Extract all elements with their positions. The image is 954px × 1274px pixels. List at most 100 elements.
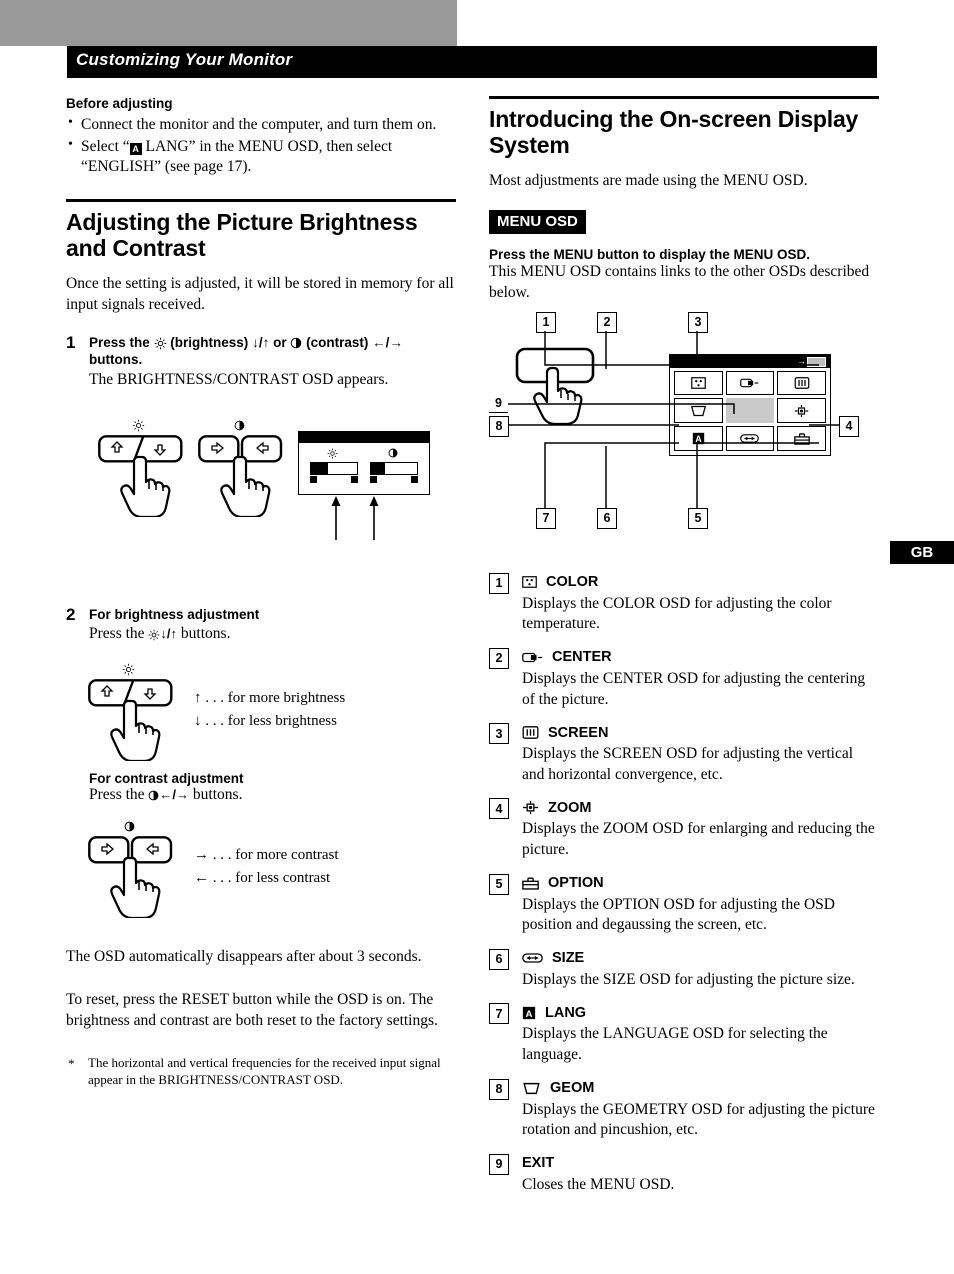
brightness-legend: ↑ . . . for more brightness ↓ . . . for …	[194, 687, 345, 732]
note-auto-disappear: The OSD automatically disappears after a…	[66, 948, 422, 966]
contrast-illustration: → . . . for more contrast ← . . . for le…	[66, 821, 456, 919]
step-2-brightness-post: buttons.	[177, 625, 231, 643]
contrast-heading: For contrast adjustment	[89, 771, 244, 787]
footnote: * The horizontal and vertical frequencie…	[66, 1054, 456, 1089]
list-item: Connect the monitor and the computer, an…	[66, 114, 456, 136]
contrast-icon	[149, 790, 159, 801]
item-number: 5	[489, 873, 509, 895]
step-1-text-mid3: (contrast)	[302, 334, 373, 350]
option-icon	[522, 877, 539, 890]
item-label: COLOR	[546, 574, 599, 591]
list-item-geom: 8 GEOM Displays the GEOMETRY OSD for adj…	[489, 1078, 879, 1141]
size-icon	[522, 953, 543, 964]
contrast-icon	[291, 337, 302, 349]
legend-text: . . . for less brightness	[205, 712, 337, 729]
page-badge: GB	[890, 541, 954, 564]
step-1-text-end: buttons.	[89, 352, 143, 368]
list-item-color: 1 COLOR Displays the COLOR OSD for adjus…	[489, 572, 879, 635]
step-2-brightness-arrows: ↓/↑	[160, 626, 178, 642]
item-label: GEOM	[550, 1080, 595, 1097]
item-desc: Closes the MENU OSD.	[522, 1175, 675, 1193]
step-1-text-mid2: or	[269, 334, 291, 350]
item-desc: Displays the SCREEN OSD for adjusting th…	[522, 745, 854, 783]
list-item-screen: 3 SCREEN Displays the SCREEN OSD for adj…	[489, 723, 879, 785]
brightness-keypair-2	[88, 663, 173, 762]
brightness-icon	[149, 629, 160, 640]
bullet-text-mid: LANG” in the MENU OSD, then select	[141, 137, 393, 155]
brightness-icon	[122, 663, 135, 676]
menu-osd-diagram: → A 1 2 3 4 5 6 7 8 9	[489, 311, 879, 529]
item-number: 7	[489, 1003, 509, 1025]
page-title: Adjusting the Picture Brightness and Con…	[66, 208, 418, 261]
menu-osd-tag: MENU OSD	[489, 209, 586, 234]
contrast-right-marker	[411, 475, 418, 483]
bullet-text-cont: “ENGLISH” (see page 17).	[81, 158, 252, 176]
osd-item-list: 1 COLOR Displays the COLOR OSD for adjus…	[489, 572, 879, 1196]
legend-row: ↓ . . . for less brightness	[194, 710, 345, 733]
item-header: EXIT	[522, 1154, 879, 1173]
menu-body: This MENU OSD contains links to the othe…	[489, 262, 870, 301]
contrast-icon	[124, 821, 135, 832]
item-label: OPTION	[548, 875, 604, 892]
item-label: ZOOM	[548, 799, 592, 816]
brightness-illustration: ↑ . . . for more brightness ↓ . . . for …	[66, 663, 456, 762]
contrast-icon	[388, 448, 398, 458]
list-item: Select “A LANG” in the MENU OSD, then se…	[66, 136, 456, 178]
before-adjusting-heading: Before adjusting	[66, 96, 173, 111]
list-item-lang: 7 A LANG Displays the LANGUAGE OSD for s…	[489, 1003, 879, 1065]
list-item-center: 2 CENTER Displays the CENTER OSD for adj…	[489, 647, 879, 710]
brightness-up-marker	[351, 475, 358, 483]
right-intro: Most adjustments are made using the MENU…	[489, 171, 808, 189]
step-2: 2 For brightness adjustment Press the ↓/…	[66, 605, 456, 645]
intro-paragraph: Once the setting is adjusted, it will be…	[66, 274, 454, 313]
screen-icon	[522, 726, 539, 740]
step-1-text-pre: Press the	[89, 334, 154, 350]
item-desc: Displays the ZOOM OSD for enlarging and …	[522, 820, 875, 858]
contrast-legend: → . . . for more contrast ← . . . for le…	[194, 844, 339, 889]
footnote-text: The horizontal and vertical frequencies …	[88, 1054, 441, 1088]
item-label: CENTER	[552, 649, 612, 666]
legend-text: . . . for more contrast	[212, 847, 339, 864]
list-item-option: 5 OPTION Displays the OPTION OSD for adj…	[489, 873, 879, 936]
contrast-icon	[234, 420, 245, 430]
brightness-icon	[327, 448, 338, 458]
legend-arrow: ↑	[194, 689, 202, 707]
contrast-body-pre: Press the	[89, 786, 149, 804]
step-1-arrows-1: ↓/↑	[252, 334, 270, 350]
item-number: 9	[489, 1153, 509, 1175]
legend-arrow: ↓	[194, 711, 202, 729]
legend-text: . . . for more brightness	[205, 690, 346, 707]
osd-callout-arrows	[331, 495, 379, 540]
item-label: SCREEN	[548, 724, 609, 741]
legend-text: . . . for less contrast	[212, 869, 331, 886]
step-1-headline: Press the (brightness) ↓/↑ or (contrast)…	[89, 334, 456, 369]
brightness-slider[interactable]	[310, 461, 358, 475]
item-header: GEOM	[522, 1079, 879, 1098]
step-1-illustration	[66, 413, 456, 540]
item-desc: Displays the OPTION OSD for adjusting th…	[522, 895, 835, 934]
legend-row: ← . . . for less contrast	[194, 867, 339, 890]
hand-pointer-icon	[110, 857, 161, 919]
contrast-keypair	[198, 420, 283, 517]
contrast-slider[interactable]	[370, 461, 418, 475]
legend-arrow: ←	[194, 868, 209, 886]
item-number: 3	[489, 723, 509, 745]
callout-leader-lines	[508, 330, 839, 508]
brightness-contrast-osd	[298, 430, 430, 540]
step-2-brightness-pre: Press the	[89, 625, 149, 643]
item-number: 6	[489, 948, 509, 970]
list-item-zoom: 4 ZOOM Displays the ZOOM OSD for enlargi…	[489, 798, 879, 860]
list-item-size: 6 SIZE Displays the SIZE OSD for adjusti…	[489, 948, 879, 991]
item-header: COLOR	[522, 573, 879, 592]
item-desc: Displays the GEOMETRY OSD for adjusting …	[522, 1100, 875, 1139]
right-column: Introducing the On-screen Display System…	[489, 96, 879, 1195]
chapter-title-bar: Customizing Your Monitor	[67, 46, 877, 78]
item-number: 8	[489, 1078, 509, 1100]
step-1: 1 Press the (brightness) ↓/↑ or (contras…	[66, 333, 456, 391]
item-number: 4	[489, 798, 509, 820]
hand-pointer-icon	[220, 455, 271, 517]
item-desc: Displays the COLOR OSD for adjusting the…	[522, 594, 832, 633]
brightness-keypair	[98, 419, 183, 517]
item-desc: Displays the SIZE OSD for adjusting the …	[522, 970, 855, 988]
item-label: SIZE	[552, 950, 585, 967]
